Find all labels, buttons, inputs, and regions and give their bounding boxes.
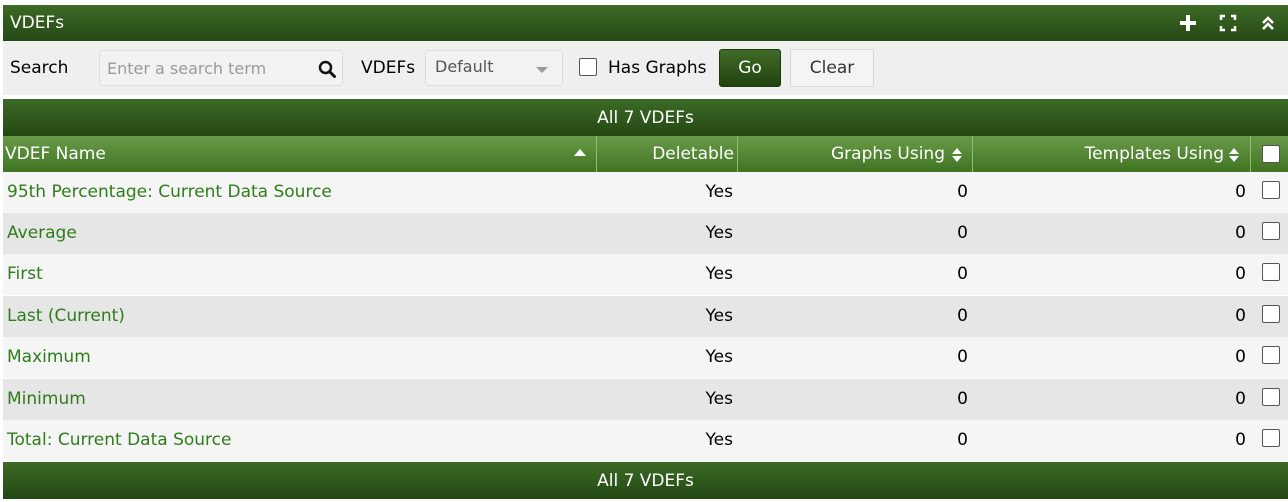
table-row[interactable]: Minimum Yes 0 0 xyxy=(3,379,1288,420)
column-header-name-label: VDEF Name xyxy=(5,144,106,164)
column-header-templates-label: Templates Using xyxy=(1084,144,1224,164)
vdefs-select-value: Default xyxy=(435,57,494,76)
row-checkbox[interactable] xyxy=(1262,346,1280,364)
table-header: VDEF Name Deletable Graphs Using Templat… xyxy=(3,136,1288,172)
fullscreen-icon[interactable] xyxy=(1208,5,1248,41)
row-checkbox[interactable] xyxy=(1262,305,1280,323)
deletable-cell: Yes xyxy=(705,306,733,326)
templates-using-cell: 0 xyxy=(1235,182,1246,202)
templates-using-cell: 0 xyxy=(1235,223,1246,243)
record-count-top: All 7 VDEFs xyxy=(597,107,694,128)
templates-using-cell: 0 xyxy=(1235,389,1246,409)
collapse-up-icon[interactable] xyxy=(1248,5,1288,41)
row-checkbox[interactable] xyxy=(1262,263,1280,281)
vdefs-select[interactable]: Default xyxy=(425,50,563,86)
graphs-using-cell: 0 xyxy=(957,389,968,409)
record-count-bottom: All 7 VDEFs xyxy=(597,470,694,491)
vdef-name-link[interactable]: Minimum xyxy=(7,389,86,409)
table-row[interactable]: 95th Percentage: Current Data Source Yes… xyxy=(3,172,1288,213)
deletable-cell: Yes xyxy=(705,430,733,450)
graphs-using-cell: 0 xyxy=(957,182,968,202)
table-row[interactable]: Last (Current) Yes 0 0 xyxy=(3,296,1288,337)
select-all-checkbox[interactable] xyxy=(1262,145,1280,163)
go-button[interactable]: Go xyxy=(719,49,781,87)
vdef-name-link[interactable]: Average xyxy=(7,223,77,243)
plus-icon[interactable] xyxy=(1168,5,1208,41)
clear-button[interactable]: Clear xyxy=(790,49,874,87)
search-label: Search xyxy=(10,58,69,78)
graphs-using-cell: 0 xyxy=(957,223,968,243)
sort-icon[interactable] xyxy=(951,147,963,168)
table-row[interactable]: Maximum Yes 0 0 xyxy=(3,337,1288,378)
table-row[interactable]: Average Yes 0 0 xyxy=(3,213,1288,254)
column-header-graphs-label: Graphs Using xyxy=(831,144,945,164)
row-checkbox[interactable] xyxy=(1262,388,1280,406)
deletable-cell: Yes xyxy=(705,347,733,367)
has-graphs-checkbox[interactable] xyxy=(579,58,597,76)
graphs-using-cell: 0 xyxy=(957,306,968,326)
table-row[interactable]: First Yes 0 0 xyxy=(3,254,1288,295)
vdef-name-link[interactable]: First xyxy=(7,264,43,284)
sort-asc-icon[interactable] xyxy=(574,149,586,156)
graphs-using-cell: 0 xyxy=(957,347,968,367)
filter-bar: Search VDEFs Default Has Graphs Go Clear xyxy=(3,41,1288,95)
top-nav-bar: All 7 VDEFs xyxy=(3,99,1288,136)
has-graphs-label: Has Graphs xyxy=(608,58,707,78)
deletable-cell: Yes xyxy=(705,264,733,284)
bottom-nav-bar: All 7 VDEFs xyxy=(3,462,1288,499)
column-header-templates-using[interactable]: Templates Using xyxy=(1085,136,1224,172)
header-actions xyxy=(1168,5,1288,41)
vdefs-filter-label: VDEFs xyxy=(361,58,416,78)
vdef-name-link[interactable]: 95th Percentage: Current Data Source xyxy=(7,182,332,202)
row-checkbox[interactable] xyxy=(1262,222,1280,240)
row-checkbox[interactable] xyxy=(1262,181,1280,199)
graphs-using-cell: 0 xyxy=(957,264,968,284)
graphs-using-cell: 0 xyxy=(957,430,968,450)
column-header-name[interactable]: VDEF Name xyxy=(5,136,106,172)
templates-using-cell: 0 xyxy=(1235,347,1246,367)
templates-using-cell: 0 xyxy=(1235,430,1246,450)
table-row[interactable]: Total: Current Data Source Yes 0 0 xyxy=(3,420,1288,461)
page-title: VDEFs xyxy=(10,13,65,33)
panel-header: VDEFs xyxy=(3,5,1288,41)
templates-using-cell: 0 xyxy=(1235,264,1246,284)
search-input[interactable] xyxy=(100,51,305,85)
column-header-graphs-using[interactable]: Graphs Using xyxy=(831,136,945,172)
search-icon[interactable] xyxy=(318,60,336,78)
deletable-cell: Yes xyxy=(705,223,733,243)
deletable-cell: Yes xyxy=(705,389,733,409)
column-header-deletable-label: Deletable xyxy=(652,144,734,164)
column-header-deletable[interactable]: Deletable xyxy=(652,136,734,172)
search-field[interactable] xyxy=(99,50,343,86)
vdef-name-link[interactable]: Total: Current Data Source xyxy=(7,430,231,450)
vdef-name-link[interactable]: Last (Current) xyxy=(7,306,125,326)
deletable-cell: Yes xyxy=(705,182,733,202)
row-checkbox[interactable] xyxy=(1262,429,1280,447)
templates-using-cell: 0 xyxy=(1235,306,1246,326)
vdef-name-link[interactable]: Maximum xyxy=(7,347,91,367)
sort-icon[interactable] xyxy=(1228,147,1240,168)
chevron-down-icon xyxy=(536,67,548,73)
